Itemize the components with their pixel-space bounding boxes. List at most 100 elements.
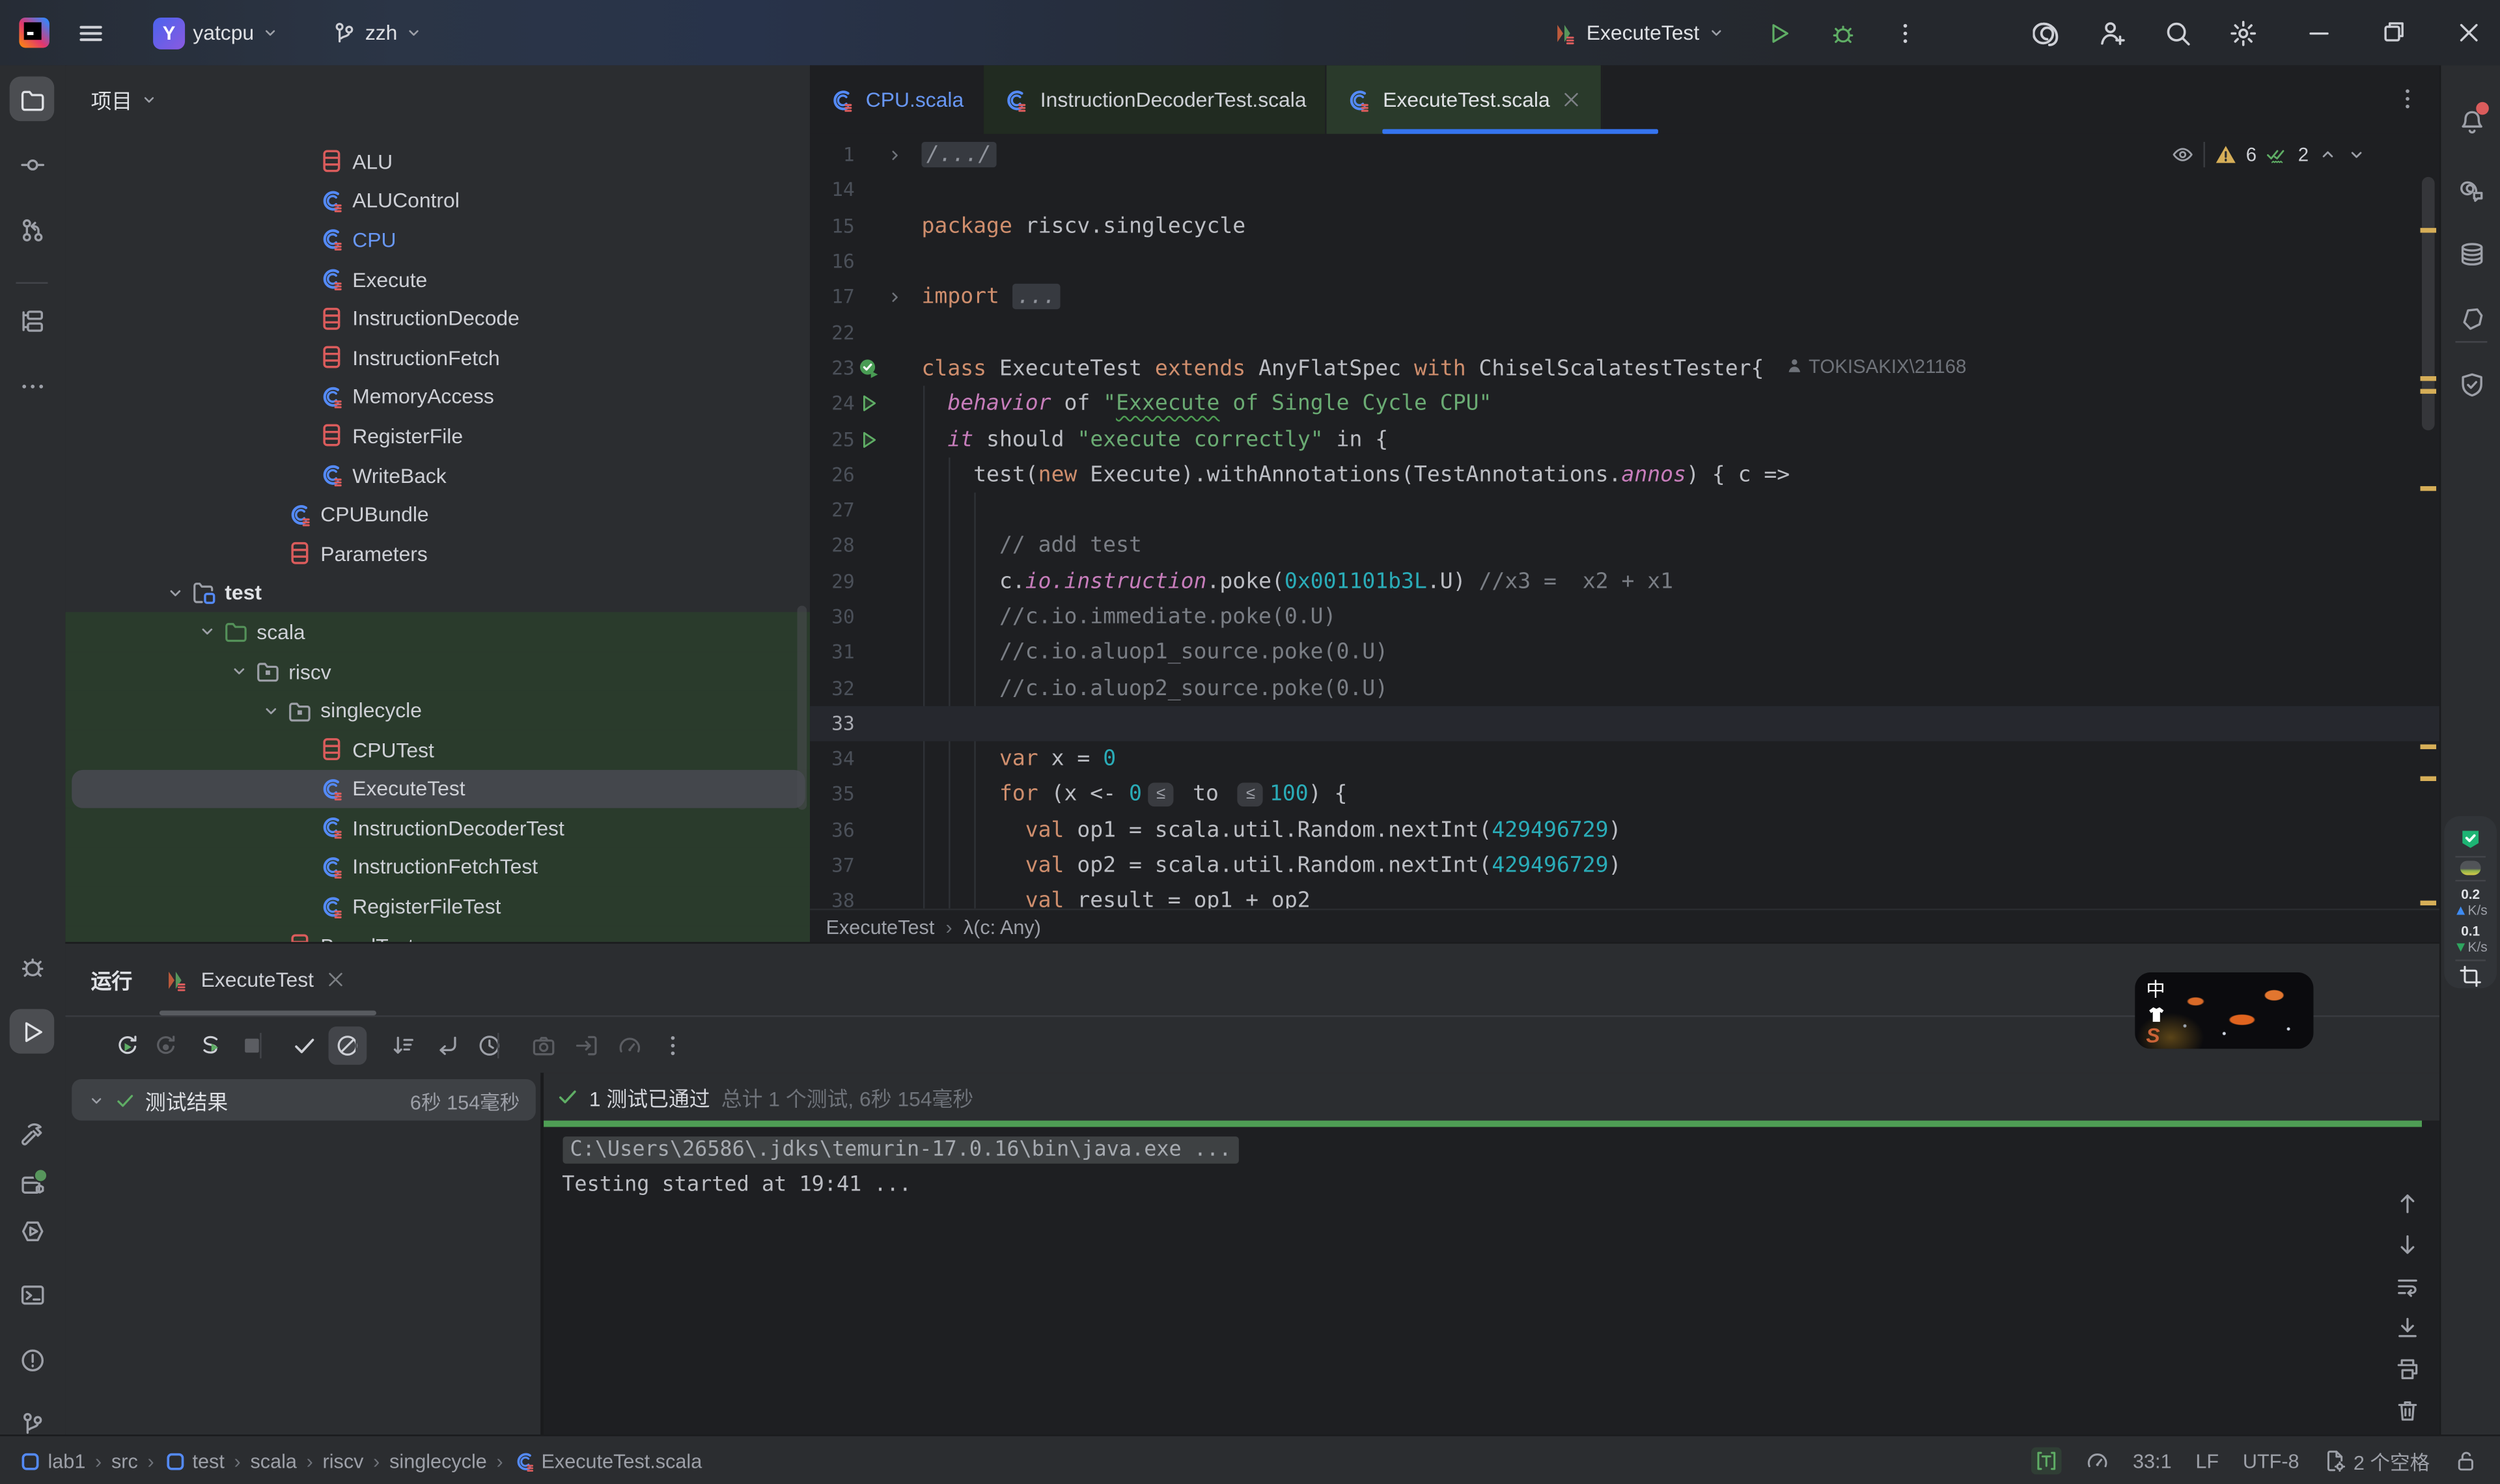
code-line-27[interactable]: 27 bbox=[810, 493, 2439, 529]
status-breadcrumb-test[interactable]: test bbox=[163, 1450, 224, 1472]
soft-wrap-icon[interactable] bbox=[2395, 1273, 2420, 1298]
code-line-29[interactable]: 29 c.io.instruction.poke(0x001101b3L.U) … bbox=[810, 564, 2439, 599]
stripe-button-play-gray[interactable] bbox=[10, 1009, 55, 1054]
scroll-end-icon[interactable] bbox=[2395, 1314, 2420, 1340]
close-tab-icon[interactable] bbox=[325, 969, 346, 990]
chevron-down-icon[interactable] bbox=[230, 661, 249, 680]
run-toolbar-show-passed-button[interactable] bbox=[285, 1026, 324, 1065]
tree-item-Execute[interactable]: Execute bbox=[65, 260, 810, 299]
fold-chevron-icon[interactable] bbox=[885, 288, 903, 306]
editor-tab-InstructionDecoderTest.scala[interactable]: InstructionDecoderTest.scala bbox=[984, 65, 1327, 133]
system-monitor-widget[interactable]: 0.2 ▲K/s 0.1 ▼K/s bbox=[2444, 816, 2497, 988]
encoding-widget[interactable]: UTF-8 bbox=[2243, 1450, 2299, 1472]
console-command-line[interactable]: C:\Users\26586\.jdks\temurin-17.0.16\bin… bbox=[562, 1136, 1239, 1163]
tree-item-InstructionFetch[interactable]: InstructionFetch bbox=[65, 338, 810, 377]
tree-item-riscv[interactable]: riscv bbox=[65, 652, 810, 691]
run-test-icon[interactable] bbox=[858, 392, 880, 415]
code-line-34[interactable]: 34 var x = 0 bbox=[810, 741, 2439, 777]
warning-stripe-mark[interactable] bbox=[2421, 389, 2436, 393]
ime-skin-shirt-icon[interactable] bbox=[2146, 1004, 2167, 1025]
highlighting-level-eye-icon[interactable] bbox=[2171, 143, 2193, 165]
tree-item-ALUControl[interactable]: ALUControl bbox=[65, 181, 810, 220]
tree-item-MemoryAccess[interactable]: MemoryAccess bbox=[65, 377, 810, 416]
performance-gauge-icon[interactable] bbox=[2085, 1449, 2109, 1473]
ime-sogou-widget[interactable]: 中 S bbox=[2135, 972, 2313, 1049]
chevron-down-icon[interactable] bbox=[88, 1091, 105, 1108]
tree-item-BoardTest[interactable]: BoardTest bbox=[65, 926, 810, 942]
tab-options-kebab-icon[interactable] bbox=[2395, 86, 2420, 111]
stripe-button-hexagon[interactable] bbox=[2449, 297, 2494, 342]
arrow-up-icon[interactable] bbox=[2395, 1190, 2420, 1215]
code-line-31[interactable]: 31 //c.io.aluop1_source.poke(0.U) bbox=[810, 635, 2439, 670]
run-toolbar-sort-asc-button[interactable] bbox=[429, 1026, 467, 1065]
tree-item-test[interactable]: test bbox=[65, 573, 810, 612]
tree-item-RegisterFileTest[interactable]: RegisterFileTest bbox=[65, 886, 810, 926]
run-toolbar-show-ignored-button[interactable] bbox=[328, 1026, 367, 1065]
test-results-row[interactable]: 测试结果 6秒 154毫秒 bbox=[72, 1079, 536, 1121]
code-line-16[interactable]: 16 bbox=[810, 243, 2439, 279]
warning-stripe-mark[interactable] bbox=[2421, 228, 2436, 232]
stripe-button-ai-chat[interactable] bbox=[2449, 166, 2494, 211]
code-line-35[interactable]: 35 for (x <- 0≤ to ≤100) { bbox=[810, 776, 2439, 812]
code-line-14[interactable]: 14 bbox=[810, 172, 2439, 208]
tree-item-InstructionDecoderTest[interactable]: InstructionDecoderTest bbox=[65, 808, 810, 847]
tree-item-WriteBack[interactable]: WriteBack bbox=[65, 456, 810, 495]
warning-stripe-mark[interactable] bbox=[2421, 776, 2436, 780]
run-toolbar-clock-button[interactable] bbox=[470, 1026, 508, 1065]
breadcrumb[interactable]: ExecuteTest bbox=[826, 916, 935, 938]
close-tab-icon[interactable] bbox=[1561, 89, 1582, 110]
next-problem-icon[interactable] bbox=[2347, 145, 2366, 164]
project-tree-scrollbar[interactable] bbox=[797, 606, 807, 810]
tree-item-ExecuteTest[interactable]: ExecuteTest bbox=[65, 769, 810, 808]
more-run-actions-button[interactable] bbox=[1893, 0, 1918, 65]
run-toolbar-auto-test-button[interactable] bbox=[191, 1026, 230, 1065]
code-line-24[interactable]: 24 behavior of "Exxecute of Single Cycle… bbox=[810, 386, 2439, 422]
line-ending-widget[interactable]: LF bbox=[2195, 1450, 2219, 1472]
tree-item-InstructionDecode[interactable]: InstructionDecode bbox=[65, 299, 810, 338]
ime-mode-indicator[interactable]: 中 bbox=[2146, 976, 2165, 1003]
run-toolbar-camera-button[interactable] bbox=[525, 1026, 563, 1065]
run-test-icon[interactable] bbox=[858, 428, 880, 450]
tree-item-scala[interactable]: scala bbox=[65, 612, 810, 652]
warning-count[interactable]: 6 bbox=[2246, 143, 2257, 165]
warning-stripe-mark[interactable] bbox=[2421, 486, 2436, 490]
code-line-28[interactable]: 28 // add test bbox=[810, 528, 2439, 564]
tree-item-Parameters[interactable]: Parameters bbox=[65, 534, 810, 573]
status-breadcrumb-src[interactable]: src bbox=[111, 1450, 138, 1472]
warning-stripe-mark[interactable] bbox=[2421, 376, 2436, 380]
run-toolbar-import-test-button[interactable] bbox=[568, 1026, 606, 1065]
tool-window-title[interactable]: 运行 bbox=[91, 965, 133, 995]
vcs-branch-widget[interactable]: zzh bbox=[331, 0, 423, 65]
prev-problem-icon[interactable] bbox=[2318, 145, 2337, 164]
stripe-button-run-hex[interactable] bbox=[10, 1208, 55, 1253]
stripe-button-problems[interactable] bbox=[10, 1338, 55, 1382]
stripe-button-terminal[interactable] bbox=[10, 1272, 55, 1317]
code-line-15[interactable]: 15package riscv.singlecycle bbox=[810, 208, 2439, 244]
status-breadcrumb-scala[interactable]: scala bbox=[250, 1450, 296, 1472]
gear-icon[interactable] bbox=[2229, 18, 2258, 47]
run-toolbar-kebab-button[interactable] bbox=[654, 1026, 692, 1065]
grammar-count[interactable]: 2 bbox=[2298, 143, 2309, 165]
user-add-icon[interactable] bbox=[2098, 18, 2127, 47]
run-toolbar-sort-desc-button[interactable] bbox=[384, 1026, 423, 1065]
status-breadcrumb-riscv[interactable]: riscv bbox=[323, 1450, 364, 1472]
code-line-33[interactable]: 33 bbox=[810, 706, 2439, 741]
window-max-icon[interactable] bbox=[2380, 19, 2408, 46]
code-line-32[interactable]: 32 //c.io.aluop2_source.poke(0.U) bbox=[810, 670, 2439, 706]
stripe-button-bug-gray[interactable] bbox=[10, 944, 55, 989]
tree-item-InstructionFetchTest[interactable]: InstructionFetchTest bbox=[65, 847, 810, 886]
status-breadcrumb-ExecuteTest.scala[interactable]: ExecuteTest.scala bbox=[512, 1450, 702, 1472]
stripe-button-commit[interactable] bbox=[10, 142, 55, 187]
trash-icon[interactable] bbox=[2395, 1397, 2420, 1423]
stripe-button-shield[interactable] bbox=[2449, 362, 2494, 407]
code-line-26[interactable]: 26 test(new Execute).withAnnotations(Tes… bbox=[810, 457, 2439, 493]
status-breadcrumb-lab1[interactable]: lab1 bbox=[19, 1450, 85, 1472]
indent-widget[interactable]: 2 个空格 bbox=[2323, 1446, 2430, 1476]
run-toolbar-rerun-button[interactable] bbox=[109, 1026, 147, 1065]
code-line-23[interactable]: 23class ExecuteTest extends AnyFlatSpec … bbox=[810, 350, 2439, 386]
warning-stripe-mark[interactable] bbox=[2421, 901, 2436, 905]
code-line-37[interactable]: 37 val op2 = scala.util.Random.nextInt(4… bbox=[810, 848, 2439, 884]
window-close-icon[interactable] bbox=[2455, 19, 2482, 46]
tree-item-CPUBundle[interactable]: CPUBundle bbox=[65, 495, 810, 534]
console-output[interactable]: C:\Users\26586\.jdks\temurin-17.0.16\bin… bbox=[543, 1126, 2439, 1196]
